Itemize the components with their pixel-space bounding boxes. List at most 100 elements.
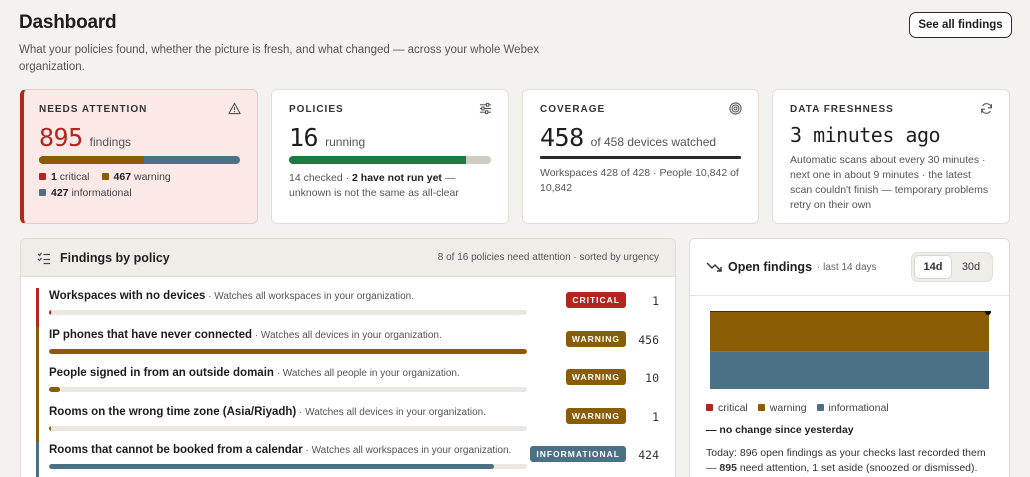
- informational-area: [710, 351, 989, 389]
- warning-swatch: [101, 173, 109, 180]
- coverage-unit: of 458 devices watched: [590, 135, 717, 149]
- findings-by-policy-panel: Findings by policy 8 of 16 policies need…: [20, 238, 676, 477]
- policy-description: · Watches all people in your organizatio…: [273, 368, 460, 379]
- policy-progress-track: [49, 310, 527, 315]
- policy-progress-track: [49, 425, 527, 431]
- critical-swatch: [39, 173, 46, 180]
- policy-row[interactable]: People signed in from an outside domain …: [36, 365, 659, 404]
- legend-informational: informational: [816, 402, 889, 414]
- panel-meta: 8 of 16 policies need attention · sorted…: [437, 252, 659, 263]
- policy-title: People signed in from an outside domain …: [49, 367, 460, 379]
- policies-progress-fill: [289, 156, 466, 164]
- findings-unit: findings: [89, 135, 132, 149]
- range-toggle: 14d 30d: [911, 252, 993, 282]
- freshness-note: Automatic scans about every 30 minutes ·…: [790, 154, 989, 211]
- coverage-bar: [540, 156, 741, 159]
- panel-header: Open findings · last 14 days 14d 30d: [690, 239, 1009, 296]
- card-label: DATA FRESHNESS: [790, 104, 894, 115]
- policy-progress-track: [49, 464, 527, 469]
- policy-finding-count: 456: [638, 332, 659, 347]
- informational-swatch: [816, 404, 824, 411]
- refresh-icon[interactable]: [980, 102, 993, 115]
- checklist-icon: [37, 252, 50, 264]
- trend-down-icon: [706, 262, 722, 272]
- informational-swatch: [39, 189, 46, 196]
- panel-header: Findings by policy 8 of 16 policies need…: [21, 239, 675, 277]
- see-all-findings-button[interactable]: See all findings: [909, 12, 1012, 38]
- open-findings-panel: Open findings · last 14 days 14d 30d cri…: [689, 238, 1010, 477]
- policy-progress-fill: [49, 425, 52, 431]
- policy-row[interactable]: IP phones that have never connected · Wa…: [36, 326, 659, 365]
- policy-list: Workspaces with no devices · Watches all…: [21, 277, 675, 477]
- policies-unit: running: [325, 135, 366, 149]
- card-label: NEEDS ATTENTION: [39, 104, 148, 115]
- panel-title: Open findings: [728, 260, 813, 274]
- policy-finding-count: 10: [645, 371, 659, 385]
- target-icon: [729, 102, 742, 115]
- critical-swatch: [706, 404, 713, 411]
- panel-subtitle: · last 14 days: [817, 261, 877, 273]
- open-findings-chart: [710, 311, 991, 389]
- page-subtitle: What your policies found, whether the pi…: [19, 44, 540, 73]
- policies-count: 16: [289, 123, 319, 152]
- page-title: Dashboard: [19, 12, 117, 33]
- informational-segment: [144, 156, 240, 164]
- coverage-fill: [540, 156, 741, 159]
- warning-segment: [39, 156, 145, 164]
- policy-finding-count: 1: [652, 294, 659, 308]
- policy-description: · Watches all workspaces in your organiz…: [205, 291, 414, 302]
- policy-title: IP phones that have never connected · Wa…: [49, 328, 442, 341]
- freshness-value: 3 minutes ago: [790, 123, 941, 147]
- severity-badge: WARNING: [565, 330, 626, 347]
- range-30d-button[interactable]: 30d: [952, 255, 990, 279]
- needs-attention-card[interactable]: NEEDS ATTENTION 895 findings 1 critical …: [20, 89, 258, 224]
- policies-progress-bar: [289, 156, 491, 164]
- policy-title: Workspaces with no devices · Watches all…: [49, 290, 414, 302]
- policy-progress-fill: [49, 310, 52, 315]
- policy-row[interactable]: Rooms on the wrong time zone (Asia/Riyad…: [36, 403, 659, 442]
- policy-description: · Watches all devices in your organizati…: [296, 406, 486, 418]
- card-label: POLICIES: [289, 104, 344, 115]
- warning-swatch: [757, 404, 765, 411]
- policy-progress-fill: [49, 464, 494, 469]
- panel-title: Findings by policy: [60, 250, 170, 265]
- sliders-icon: [479, 102, 492, 115]
- policy-progress-track: [49, 387, 527, 392]
- policies-card[interactable]: POLICIES 16 running 14 checked · 2 have …: [271, 89, 509, 224]
- policy-row[interactable]: Rooms that cannot be booked from a calen…: [36, 442, 659, 477]
- policies-note: 14 checked · 2 have not run yet — unknow…: [289, 172, 459, 199]
- warning-triangle-icon: [228, 102, 241, 115]
- policy-finding-count: 1: [652, 409, 659, 424]
- policy-finding-count: 424: [638, 448, 659, 462]
- policy-title: Rooms that cannot be booked from a calen…: [49, 444, 512, 456]
- policy-description: · Watches all devices in your organizati…: [252, 329, 442, 341]
- policy-title: Rooms on the wrong time zone (Asia/Riyad…: [49, 405, 486, 418]
- coverage-card[interactable]: COVERAGE 458 of 458 devices watched Work…: [522, 89, 759, 224]
- chart-legend: critical warning informational: [706, 402, 889, 414]
- severity-badge: WARNING: [565, 407, 626, 424]
- card-label: COVERAGE: [540, 104, 606, 115]
- policy-description: · Watches all workspaces in your organiz…: [302, 445, 512, 456]
- policy-row[interactable]: Workspaces with no devices · Watches all…: [36, 288, 659, 327]
- coverage-note: Workspaces 428 of 428 · People 10,842 of…: [540, 167, 739, 194]
- severity-badge: CRITICAL: [566, 292, 626, 308]
- data-freshness-card[interactable]: DATA FRESHNESS 3 minutes ago Automatic s…: [772, 89, 1010, 224]
- range-14d-button[interactable]: 14d: [914, 255, 952, 279]
- policy-progress-track: [49, 348, 527, 354]
- severity-badge: INFORMATIONAL: [530, 446, 626, 462]
- change-note: — no change since yesterday: [706, 424, 854, 436]
- page-header: Dashboard What your policies found, whet…: [19, 12, 619, 76]
- critical-legend: 1 critical: [39, 171, 90, 183]
- policy-progress-fill: [49, 387, 60, 392]
- open-findings-summary: Today: 896 open findings as your checks …: [706, 447, 986, 474]
- severity-badge: WARNING: [565, 369, 626, 385]
- informational-legend: 427 informational: [39, 187, 132, 199]
- policy-progress-fill: [49, 348, 527, 354]
- legend-critical: critical: [706, 402, 748, 414]
- warning-legend: 467 warning: [101, 171, 171, 183]
- coverage-count: 458: [540, 123, 584, 152]
- warning-area: [710, 311, 989, 352]
- legend-warning: warning: [757, 402, 807, 414]
- findings-count: 895: [39, 123, 83, 152]
- severity-breakdown-bar: [39, 156, 240, 164]
